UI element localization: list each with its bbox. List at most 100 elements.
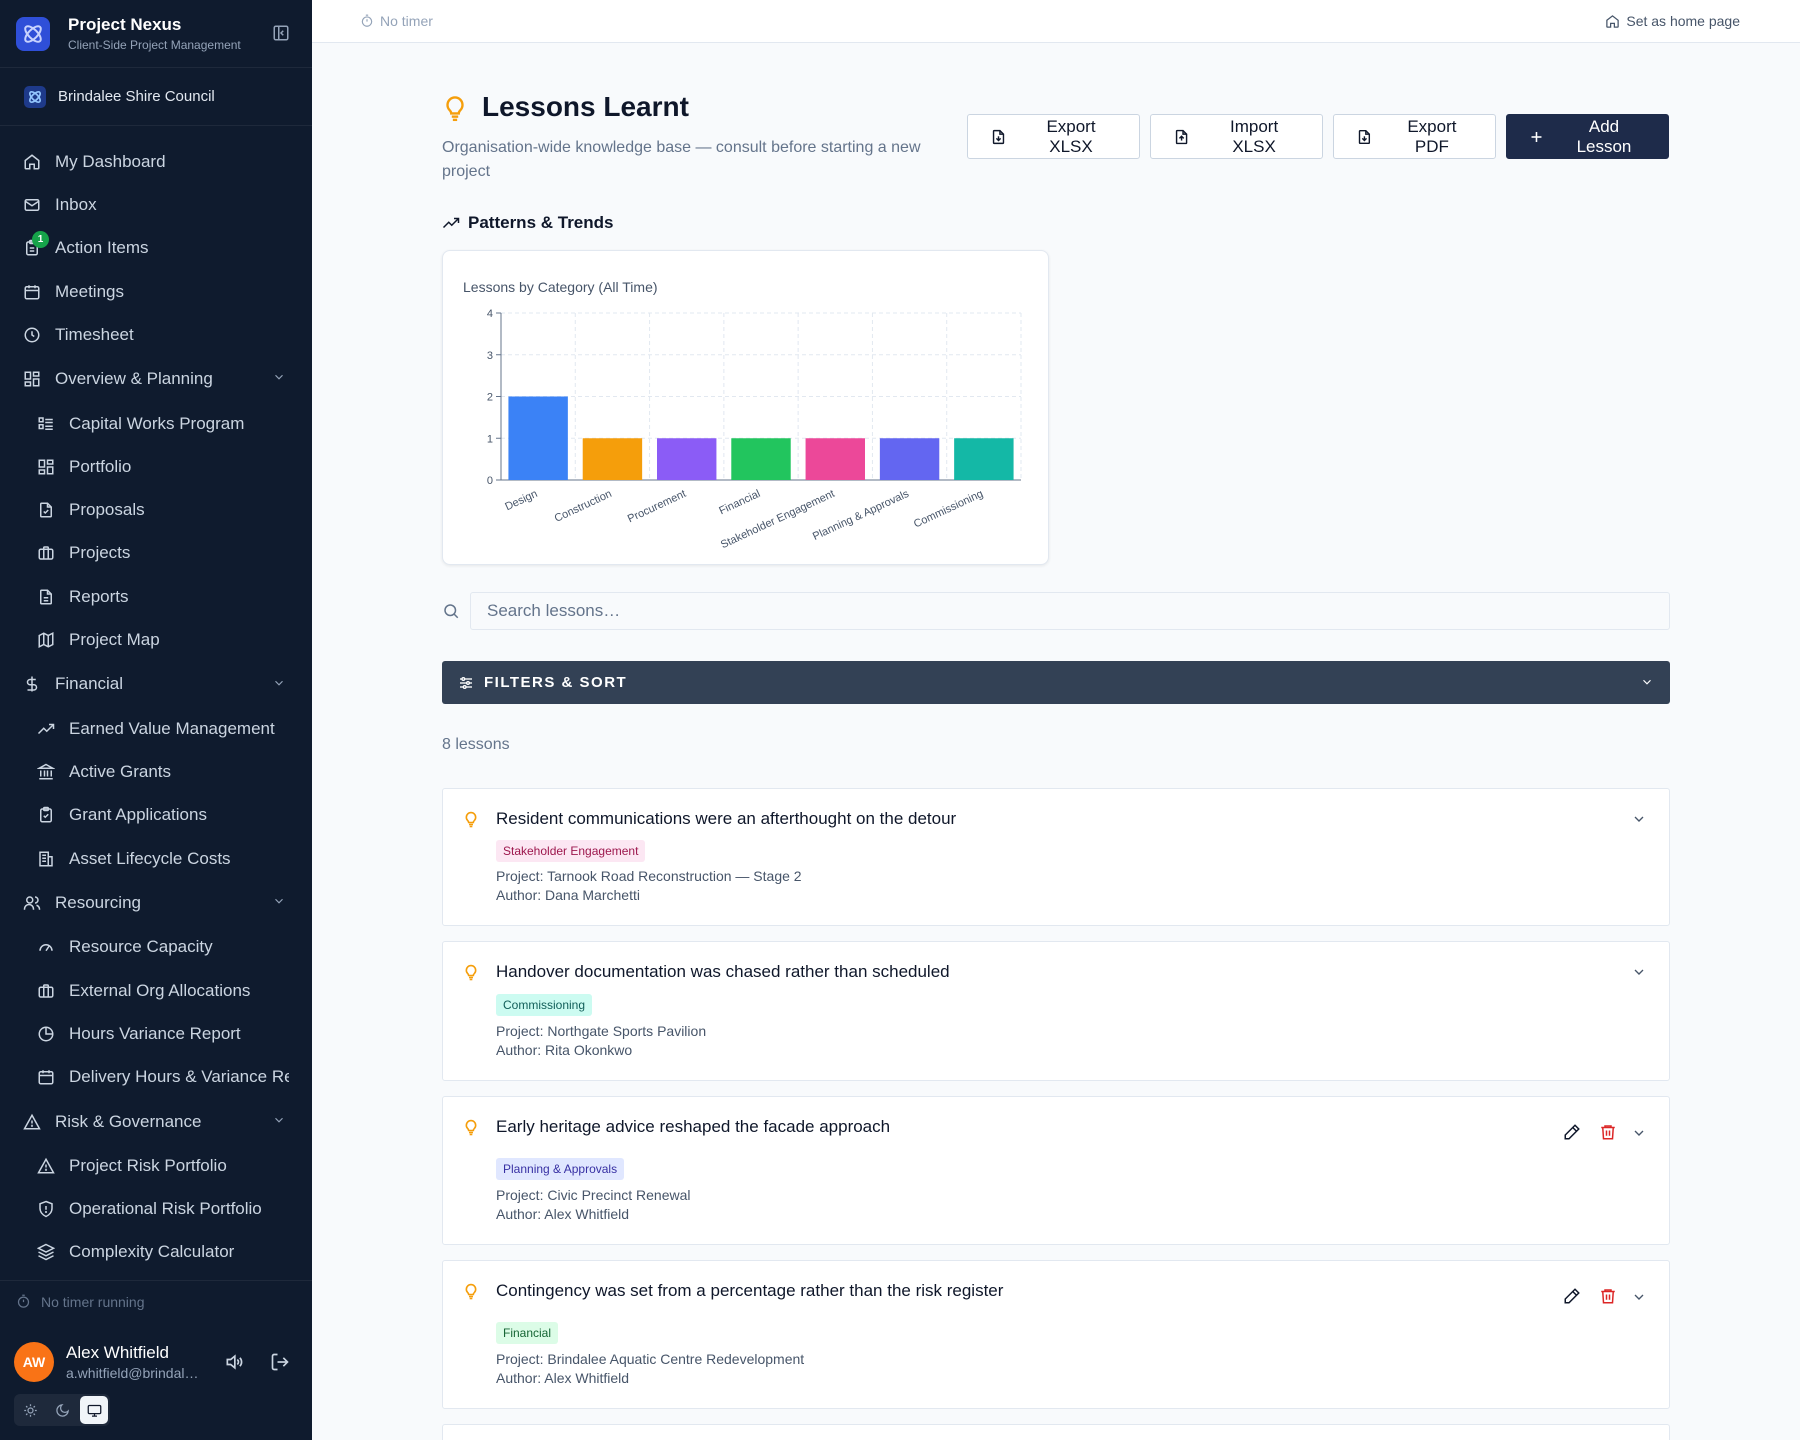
chevron-down-icon[interactable] [1631,964,1647,980]
chevron-down-icon [275,1117,283,1123]
user-email: a.whitfield@brindal… [66,1365,199,1381]
sidebar-item-action-items[interactable]: 1 Action Items [0,227,312,270]
sidebar-item-my-dashboard[interactable]: My Dashboard [0,140,312,183]
sidebar-item-project-risk-portfolio[interactable]: Project Risk Portfolio [0,1144,312,1187]
dark-theme-button[interactable] [48,1396,76,1424]
lesson-card[interactable]: Contingency was set from a percentage ra… [442,1260,1670,1409]
user-name: Alex Whitfield [66,1343,169,1362]
sidebar-item-capital-works-program[interactable]: Capital Works Program [0,402,312,445]
chevron-down-icon[interactable] [1631,1289,1647,1305]
edit-icon[interactable] [1563,1123,1581,1141]
lesson-title: Contingency was set from a percentage ra… [496,1281,1004,1300]
sidebar-item-label: Capital Works Program [69,413,245,433]
sidebar-item-complexity-calculator[interactable]: Complexity Calculator [0,1231,312,1274]
lesson-card[interactable]: Early heritage advice reshaped the facad… [442,1096,1670,1245]
system-theme-button[interactable] [80,1396,108,1424]
sidebar-item-delivery-hours-variance[interactable]: Delivery Hours & Variance Re [0,1056,312,1099]
set-home-page-label: Set as home page [1626,13,1740,29]
sidebar-item-label: Hours Variance Report [69,1023,241,1043]
edit-icon[interactable] [1563,1287,1581,1305]
lesson-meta: Project: Tarnook Road Reconstruction — S… [496,867,802,905]
sidebar-item-label: Action Items [55,238,149,258]
export-pdf-button[interactable]: Export PDF [1333,114,1496,159]
lesson-card[interactable]: Handover documentation was chased rather… [442,941,1670,1081]
lesson-meta: Project: Northgate Sports Pavilion Autho… [496,1022,706,1060]
sidebar-item-grant-applications[interactable]: Grant Applications [0,794,312,837]
add-lesson-button[interactable]: Add Lesson [1506,114,1669,159]
sidebar-item-label: Overview & Planning [55,369,213,389]
app-title: Project Nexus [68,15,182,34]
lesson-card[interactable]: Resident communications were an aftertho… [442,788,1670,926]
clipboard-check-icon [36,805,56,825]
chevron-down-icon [275,375,283,381]
map-icon [36,630,56,650]
filters-sort-toggle[interactable]: FILTERS & SORT [442,661,1670,704]
set-home-page-button[interactable]: Set as home page [1605,13,1740,29]
lesson-project: Project: Civic Precinct Renewal [496,1187,691,1203]
volume-icon[interactable] [224,1352,244,1372]
sidebar-item-active-grants[interactable]: Active Grants [0,750,312,793]
lightbulb-icon [465,1119,477,1136]
sidebar-item-earned-value-management[interactable]: Earned Value Management [0,707,312,750]
trash-icon[interactable] [1599,1287,1617,1305]
sidebar-item-label: Financial [55,674,124,694]
sidebar-item-proposals[interactable]: Proposals [0,488,312,531]
sidebar-item-external-org-allocations[interactable]: External Org Allocations [0,969,312,1012]
sidebar-item-hours-variance-report[interactable]: Hours Variance Report [0,1012,312,1055]
logout-icon[interactable] [270,1352,290,1372]
lesson-project: Project: Brindalee Aquatic Centre Redeve… [496,1351,805,1367]
home-icon [1606,14,1620,28]
y-tick-label: 3 [487,350,493,362]
light-theme-button[interactable] [16,1396,44,1424]
sliders-icon [460,676,472,689]
sidebar-item-label: Active Grants [69,761,172,781]
bar [657,438,717,480]
sidebar-item-label: Portfolio [69,456,132,476]
timer-icon [17,1294,30,1308]
collapse-sidebar-icon[interactable] [272,24,290,42]
theme-switcher [14,1394,110,1426]
sidebar-item-asset-lifecycle-costs[interactable]: Asset Lifecycle Costs [0,837,312,880]
sidebar-item-reports[interactable]: Reports [0,575,312,618]
gauge-icon [36,937,56,957]
org-switcher[interactable]: Brindalee Shire Council [0,68,312,126]
sidebar-group-overview-planning[interactable]: Overview & Planning [0,356,312,401]
chevron-down-icon[interactable] [1631,811,1647,827]
avatar[interactable]: AW [14,1342,54,1382]
sidebar-item-project-map[interactable]: Project Map [0,618,312,661]
sidebar-group-financial[interactable]: Financial [0,662,312,707]
file-upload-icon [1175,129,1188,144]
sidebar-timer-status: No timer running [0,1280,312,1322]
trash-icon[interactable] [1599,1123,1617,1141]
import-xlsx-button[interactable]: Import XLSX [1150,114,1323,159]
sidebar-item-projects[interactable]: Projects [0,532,312,575]
lesson-author: Author: Alex Whitfield [496,1370,630,1386]
sidebar-item-meetings[interactable]: Meetings [0,270,312,313]
sidebar-group-risk-governance[interactable]: Risk & Governance [0,1099,312,1144]
lesson-title: Resident communications were an aftertho… [496,809,957,828]
mail-icon [22,195,42,215]
brand: Project Nexus Client-Side Project Manage… [0,0,312,68]
export-xlsx-button[interactable]: Export XLSX [967,114,1140,159]
lightbulb-icon [465,811,477,828]
filters-label: FILTERS & SORT [484,674,628,691]
topbar-timer[interactable]: No timer [360,13,433,29]
sidebar-item-operational-risk-portfolio[interactable]: Operational Risk Portfolio [0,1188,312,1231]
grid-icon [36,457,56,477]
sidebar-item-portfolio[interactable]: Portfolio [0,445,312,488]
sidebar-item-timesheet[interactable]: Timesheet [0,313,312,356]
lesson-title: Handover documentation was chased rather… [496,962,950,981]
sun-icon [23,1403,37,1417]
chevron-down-icon[interactable] [1631,1125,1647,1141]
sidebar-item-resource-capacity[interactable]: Resource Capacity [0,926,312,969]
lesson-author: Author: Rita Okonkwo [496,1042,633,1058]
lesson-card[interactable] [442,1424,1670,1440]
page-title: Lessons Learnt [482,91,689,122]
search-input[interactable] [470,592,1670,630]
lesson-meta: Project: Brindalee Aquatic Centre Redeve… [496,1350,804,1388]
sidebar-item-label: External Org Allocations [69,980,251,1000]
sidebar-group-resourcing[interactable]: Resourcing [0,880,312,925]
sidebar-item-inbox[interactable]: Inbox [0,183,312,226]
user-profile: AW Alex Whitfield a.whitfield@brindal… [0,1334,312,1390]
y-tick-label: 0 [487,475,493,487]
